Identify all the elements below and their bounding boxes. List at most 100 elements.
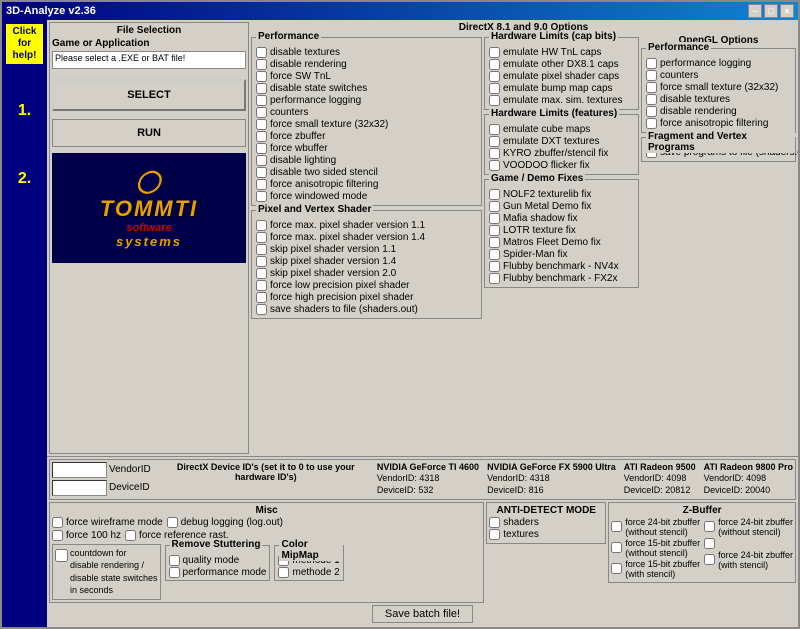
cb-save-shaders[interactable] [256, 304, 267, 315]
game-fixes-title: Game / Demo Fixes [489, 173, 585, 184]
cb-force-100hz[interactable] [52, 530, 63, 541]
checkbox-disable-lighting: disable lighting [256, 155, 477, 166]
cb-force-sw-tnl[interactable] [256, 71, 267, 82]
cb-force-windowed[interactable] [256, 191, 267, 202]
cb-spiderman[interactable] [489, 249, 500, 260]
cb-perf-mode[interactable] [169, 567, 180, 578]
cb-ogl-small-tex[interactable] [646, 82, 657, 93]
hw-features-title: Hardware Limits (features) [489, 108, 619, 119]
cb-emul-ps-caps[interactable] [489, 71, 500, 82]
misc-row: Misc force wireframe mode debug logging … [49, 502, 796, 603]
misc-panel: Misc force wireframe mode debug logging … [49, 502, 484, 603]
logo-sub-text: software [100, 222, 198, 234]
run-button[interactable]: RUN [52, 119, 246, 147]
top-section: File Selection Game or Application Pleas… [47, 20, 798, 456]
cb-force-aniso[interactable] [256, 179, 267, 190]
cb-matros[interactable] [489, 237, 500, 248]
cb-disable-state[interactable] [256, 83, 267, 94]
anti-detect-title: ANTI-DETECT MODE [489, 505, 603, 516]
save-batch-row: Save batch file! [49, 605, 796, 623]
logo-area: ◯ TOMMTI software systems [52, 153, 246, 263]
checkbox-force-zbuffer: force zbuffer [256, 131, 477, 142]
cb-debug-log[interactable] [167, 517, 178, 528]
cb-force-ref[interactable] [125, 530, 136, 541]
countdown-area: countdown fordisable rendering /disable … [52, 544, 161, 600]
cb-countdown[interactable] [55, 549, 68, 562]
select-button[interactable]: SELECT [52, 79, 246, 111]
performance-title: Performance [256, 31, 321, 42]
cb-ogl-disable-tex[interactable] [646, 94, 657, 105]
cb-emul-dxt[interactable] [489, 136, 500, 147]
cb-ps-11-skip[interactable] [256, 244, 267, 255]
cb-ogl-counters[interactable] [646, 70, 657, 81]
cb-low-prec[interactable] [256, 280, 267, 291]
card-nvidia-ti4600: NVIDIA GeForce TI 4600 VendorID: 4318 De… [377, 462, 479, 497]
cb-gun-metal[interactable] [489, 201, 500, 212]
logo-icon: ◯ [136, 168, 162, 193]
cb-force-zbuffer[interactable] [256, 131, 267, 142]
cb-lotr[interactable] [489, 225, 500, 236]
cb-perf-logging[interactable] [256, 95, 267, 106]
cb-ogl-disable-render[interactable] [646, 106, 657, 117]
textures-label: textures [503, 529, 539, 540]
close-button[interactable]: × [780, 4, 794, 18]
cb-quality-mode[interactable] [169, 555, 180, 566]
save-batch-button[interactable]: Save batch file! [372, 605, 473, 623]
cb-nolf2[interactable] [489, 189, 500, 200]
cb-zb-24-stencil[interactable] [704, 521, 715, 532]
cb-disable-textures[interactable] [256, 47, 267, 58]
cb-counters[interactable] [256, 107, 267, 118]
main-content: Clickforhelp! 1. 2. File Selection Game … [2, 20, 798, 627]
logo-main-text: TOMMTI [100, 196, 198, 222]
cb-zb-15-no-stencil[interactable] [611, 542, 622, 553]
cb-zb-15-stencil[interactable] [611, 563, 622, 574]
cb-emul-dx81[interactable] [489, 59, 500, 70]
checkbox-force-windowed: force windowed mode [256, 191, 477, 202]
cb-wireframe[interactable] [52, 517, 63, 528]
maximize-button[interactable]: □ [764, 4, 778, 18]
device-id-input[interactable] [52, 480, 107, 496]
cb-force-wbuffer[interactable] [256, 143, 267, 154]
card-ati-9500: ATI Radeon 9500 VendorID: 4098 DeviceID:… [624, 462, 696, 497]
cb-mafia-shadow[interactable] [489, 213, 500, 224]
cb-zb-16-stencil[interactable] [704, 554, 715, 565]
file-path-display: Please select a .EXE or BAT file! [52, 51, 246, 69]
cb-ps-14-force[interactable] [256, 232, 267, 243]
cb-high-prec[interactable] [256, 292, 267, 303]
step2-label: 2. [18, 170, 31, 188]
cb-small-texture[interactable] [256, 119, 267, 130]
cb-textures[interactable] [489, 529, 500, 540]
cb-methode2[interactable] [278, 567, 289, 578]
checkbox-disable-textures: disable textures [256, 47, 477, 58]
cb-flubby-fx2x[interactable] [489, 273, 500, 284]
cb-disable-rendering[interactable] [256, 59, 267, 70]
cb-ps-20-skip[interactable] [256, 268, 267, 279]
cb-disable-two-sided[interactable] [256, 167, 267, 178]
cb-emul-max-sim[interactable] [489, 95, 500, 106]
vendor-id-input[interactable] [52, 462, 107, 478]
cb-emul-bump[interactable] [489, 83, 500, 94]
cb-zb-24-no-stencil[interactable] [611, 521, 622, 532]
checkbox-disable-rendering: disable rendering [256, 59, 477, 70]
logo-systems-text: systems [100, 234, 198, 249]
cb-ogl-perf-logging[interactable] [646, 58, 657, 69]
cb-emul-hw-tnl[interactable] [489, 47, 500, 58]
cb-voodoo-fix[interactable] [489, 160, 500, 171]
cb-zb-16-no-stencil[interactable] [704, 538, 715, 549]
countdown-label: countdown fordisable rendering /disable … [70, 547, 158, 597]
color-mipmap-title: Color MipMap [279, 539, 342, 561]
cb-shaders[interactable] [489, 517, 500, 528]
cb-ogl-aniso[interactable] [646, 118, 657, 129]
window-title: 3D-Analyze v2.36 [6, 5, 96, 17]
cb-ps-14-skip[interactable] [256, 256, 267, 267]
cb-disable-lighting[interactable] [256, 155, 267, 166]
color-mipmap-panel: Color MipMap methode 1 methode 2 [274, 544, 343, 600]
cb-emul-cube[interactable] [489, 124, 500, 135]
minimize-button[interactable]: ─ [748, 4, 762, 18]
checkbox-disable-state: disable state switches [256, 83, 477, 94]
cb-kyro-fix[interactable] [489, 148, 500, 159]
click-help-button[interactable]: Clickforhelp! [6, 24, 43, 64]
cb-ps-11-force[interactable] [256, 220, 267, 231]
shaders-label: shaders [503, 517, 539, 528]
cb-flubby-nv4x[interactable] [489, 261, 500, 272]
